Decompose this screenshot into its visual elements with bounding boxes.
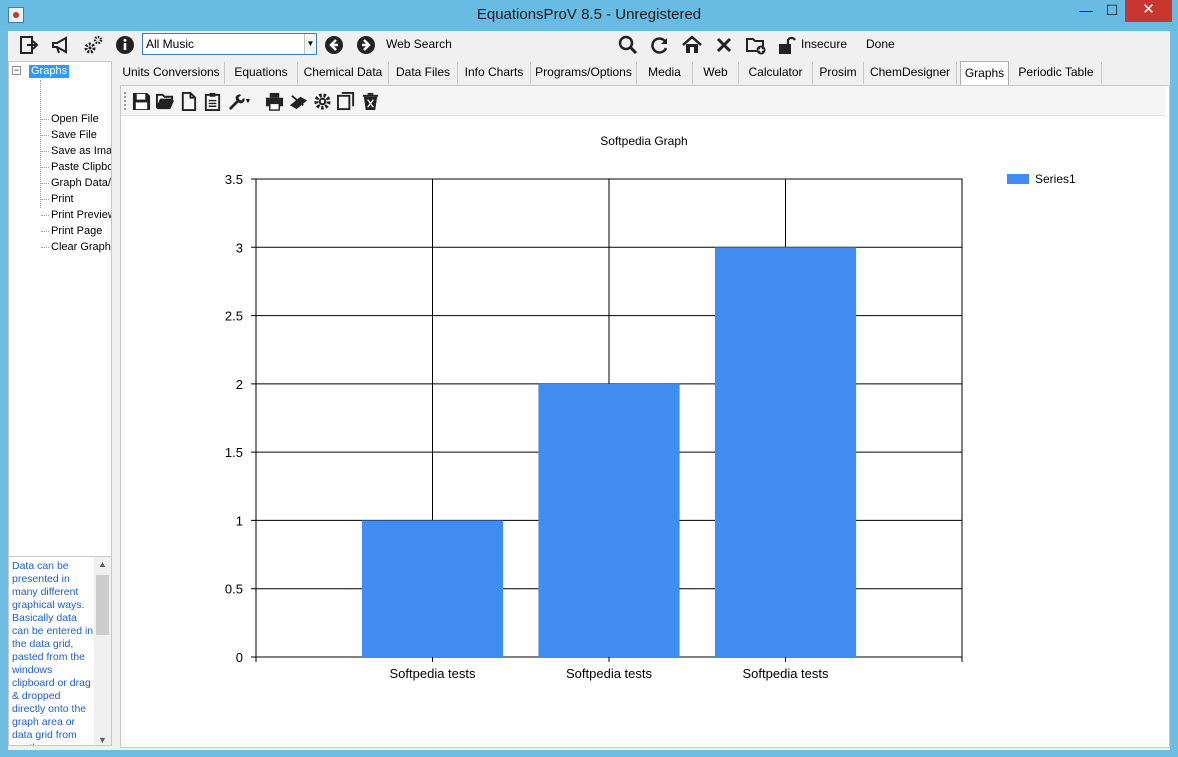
settings-gears-icon[interactable] xyxy=(82,34,104,56)
megaphone-icon[interactable] xyxy=(50,34,72,56)
graph-toolbar: ▼ xyxy=(121,86,1165,116)
tree-item-save-image[interactable]: Save as Image xyxy=(41,144,111,160)
maximize-button[interactable]: ☐ xyxy=(1099,0,1125,22)
tab-units-conversions[interactable]: Units Conversions xyxy=(118,62,225,84)
chevron-down-icon[interactable]: ▼ xyxy=(304,34,316,54)
chevron-down-icon[interactable]: ▼ xyxy=(243,90,253,112)
chart-legend: Series1 xyxy=(1007,172,1076,186)
graphs-panel: ▼ Softpedia Graph 0 0.5 1 1.5 2 2.5 3 3.… xyxy=(120,85,1170,748)
search-icon[interactable] xyxy=(617,34,639,56)
help-panel: Data can be presented in many different … xyxy=(8,556,112,746)
load-status: Done xyxy=(866,37,895,51)
scanner-icon[interactable] xyxy=(287,90,309,112)
y-tick-label: 3 xyxy=(236,240,243,255)
refresh-icon[interactable] xyxy=(649,34,671,56)
tree-item-print-page[interactable]: Print Page xyxy=(41,224,102,240)
tree-item-paste-clipboard[interactable]: Paste Clipboard xyxy=(41,160,111,176)
legend-label: Series1 xyxy=(1035,172,1076,186)
y-axis-ticks: 0 0.5 1 1.5 2 2.5 3 3.5 xyxy=(225,172,243,665)
tab-info-charts[interactable]: Info Charts xyxy=(458,62,531,84)
y-tick-label: 1 xyxy=(236,513,243,528)
y-tick-label: 0 xyxy=(236,650,243,665)
window-title: EquationsProV 8.5 - Unregistered xyxy=(476,6,702,23)
copy-page-icon[interactable] xyxy=(335,90,357,112)
bar-chart[interactable]: Softpedia Graph 0 0.5 1 1.5 2 2.5 3 3.5 Softped… xyxy=(121,116,1169,746)
client-area: All Music ▼ Web Search Insecure Done − G… xyxy=(8,31,1170,750)
clipboard-icon[interactable] xyxy=(201,90,223,112)
category-combo[interactable]: All Music ▼ xyxy=(142,33,317,55)
trash-icon[interactable] xyxy=(359,90,381,112)
bar xyxy=(361,520,504,657)
y-tick-label: 0.5 xyxy=(225,582,243,597)
minimize-button[interactable]: — xyxy=(1073,0,1099,22)
tree-item-print-preview[interactable]: Print Preview xyxy=(41,208,111,224)
exit-icon[interactable] xyxy=(18,34,40,56)
x-tick-label: Softpedia tests xyxy=(743,666,829,681)
x-tick-label: Softpedia tests xyxy=(390,666,476,681)
tree-item-clear-graph[interactable]: Clear Graph xyxy=(41,240,111,256)
tree-root-graphs[interactable]: Graphs xyxy=(29,65,70,78)
add-folder-icon[interactable] xyxy=(745,34,767,56)
tab-equations[interactable]: Equations xyxy=(225,62,298,84)
web-search-button[interactable]: Web Search xyxy=(386,37,452,51)
chart-title: Softpedia Graph xyxy=(600,134,687,148)
help-vertical-scrollbar[interactable]: ▲ ▼ xyxy=(94,557,111,745)
bar xyxy=(538,383,680,657)
bar xyxy=(714,247,857,658)
security-status: Insecure xyxy=(801,37,848,51)
main-toolbar: All Music ▼ Web Search Insecure Done xyxy=(8,31,1170,61)
scroll-up-icon[interactable]: ▲ xyxy=(98,559,107,569)
app-window: EquationsProV 8.5 - Unregistered — ☐ ✕ A… xyxy=(0,0,1178,757)
unlock-icon[interactable] xyxy=(775,34,797,56)
home-icon[interactable] xyxy=(681,34,703,56)
tree-collapse-toggle[interactable]: − xyxy=(12,66,21,75)
tree-item-print[interactable]: Print xyxy=(41,192,74,208)
tree-item-save-file[interactable]: Save File xyxy=(41,128,97,144)
tree-item-graph-data[interactable]: Graph Data/Settings xyxy=(41,176,111,192)
close-button[interactable]: ✕ xyxy=(1125,0,1172,22)
tab-data-files[interactable]: Data Files xyxy=(389,62,458,84)
tab-web[interactable]: Web xyxy=(693,62,739,84)
scrollbar-thumb[interactable] xyxy=(96,575,109,635)
combo-value: All Music xyxy=(146,37,195,51)
y-tick-label: 1.5 xyxy=(225,445,243,460)
x-axis-ticks: Softpedia tests Softpedia tests Softpedia … xyxy=(390,666,829,681)
back-arrow-icon[interactable] xyxy=(323,34,345,56)
y-tick-label: 3.5 xyxy=(225,172,243,187)
tab-periodic-table[interactable]: Periodic Table xyxy=(1011,62,1102,84)
open-folder-icon[interactable] xyxy=(154,90,176,112)
gear-icon[interactable] xyxy=(311,90,333,112)
new-file-icon[interactable] xyxy=(177,90,199,112)
y-tick-label: 2.5 xyxy=(225,309,243,324)
title-bar[interactable]: EquationsProV 8.5 - Unregistered — ☐ ✕ xyxy=(0,0,1178,31)
tab-strip: Units Conversions Equations Chemical Dat… xyxy=(118,61,1170,85)
tab-graphs[interactable]: Graphs xyxy=(960,61,1009,85)
info-icon[interactable] xyxy=(114,34,136,56)
tab-prosim[interactable]: Prosim xyxy=(813,62,864,84)
scroll-down-icon[interactable]: ▼ xyxy=(98,735,107,745)
graphs-tree: − Graphs Open File Save File Save as Ima… xyxy=(8,61,112,557)
toolbar-grip[interactable] xyxy=(124,92,127,110)
tab-programs-options[interactable]: Programs/Options xyxy=(531,62,637,84)
x-tick-label: Softpedia tests xyxy=(566,666,652,681)
save-icon[interactable] xyxy=(130,90,152,112)
help-text: Data can be presented in many different … xyxy=(12,560,94,745)
legend-swatch xyxy=(1007,174,1029,184)
tab-calculator[interactable]: Calculator xyxy=(739,62,813,84)
tab-chemical-data[interactable]: Chemical Data xyxy=(298,62,389,84)
y-tick-label: 2 xyxy=(236,377,243,392)
print-icon[interactable] xyxy=(263,90,285,112)
tab-chemdesigner[interactable]: ChemDesigner xyxy=(864,62,957,84)
tab-media[interactable]: Media xyxy=(637,62,693,84)
tree-item-open-file[interactable]: Open File xyxy=(41,112,99,128)
forward-arrow-icon[interactable] xyxy=(355,34,377,56)
stop-icon[interactable] xyxy=(713,34,735,56)
